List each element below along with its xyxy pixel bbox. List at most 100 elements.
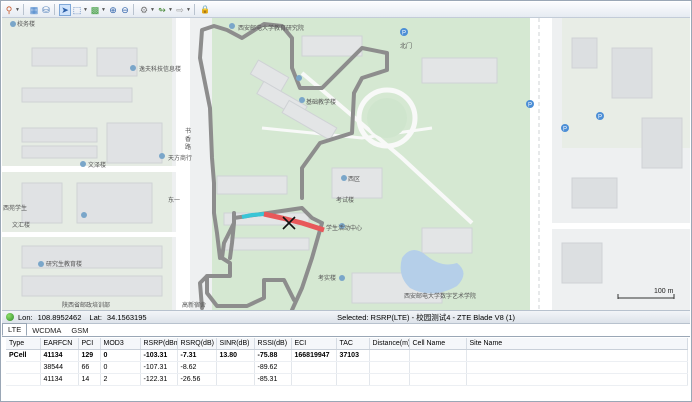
map-label: 北门 — [400, 42, 412, 50]
table-cell: -8.62 — [177, 361, 217, 374]
chevron-down-icon[interactable]: ▼ — [101, 7, 106, 13]
table-cell: 38544 — [40, 361, 79, 374]
lon-label: Lon: — [18, 312, 33, 322]
table-cell: -85.31 — [254, 373, 292, 386]
table-cell — [6, 361, 41, 374]
column-header[interactable]: Distance(m) — [369, 338, 410, 350]
lat-label: Lat: — [89, 312, 102, 322]
table-cell — [369, 349, 410, 362]
map-label: 西安邮电大学数字艺术学院 — [404, 292, 476, 300]
table-cell: -26.56 — [177, 373, 217, 386]
database-icon: ⛁ — [42, 4, 50, 15]
chevron-down-icon[interactable]: ▼ — [168, 7, 173, 13]
table-row[interactable]: 38544 66 0 -107.31 -8.62 -89.62 — [6, 361, 688, 374]
table-cell: -103.31 — [140, 349, 178, 362]
route-tool[interactable]: ↬ ▼ — [157, 4, 173, 15]
globe-icon — [6, 313, 14, 321]
table-cell — [216, 361, 255, 374]
column-header[interactable]: RSSI(dB) — [254, 338, 292, 350]
forward-tool[interactable]: ⇨ ▼ — [175, 4, 191, 15]
column-header[interactable]: PCI — [78, 338, 101, 350]
pointer-icon: ➤ — [59, 3, 71, 16]
lock-icon: 🔒 — [200, 4, 210, 14]
pin-tool[interactable]: ⚲ ▼ — [4, 4, 20, 15]
chevron-down-icon[interactable]: ▼ — [83, 7, 88, 13]
table-cell — [409, 373, 467, 386]
table-cell: -7.31 — [177, 349, 217, 362]
column-header[interactable]: Cell Name — [409, 338, 467, 350]
table-cell: 166819947 — [291, 349, 337, 362]
table-cell: 0 — [100, 361, 141, 374]
forward-icon: ⇨ — [176, 4, 184, 15]
lat-value: 34.1563195 — [106, 312, 147, 322]
select-icon: ⬚ — [72, 4, 82, 15]
map-label: 高新宿舍 — [182, 301, 206, 309]
tab-gsm[interactable]: GSM — [66, 325, 93, 336]
column-header[interactable]: Site Name — [466, 338, 688, 350]
column-header[interactable]: MOD3 — [100, 338, 141, 350]
map-label: 西区 — [348, 176, 360, 183]
tab-lte[interactable]: LTE — [2, 323, 28, 336]
zoom-in-tool[interactable]: ⊕ — [108, 4, 118, 15]
settings-icon: ⚙ — [139, 4, 149, 15]
east-road — [530, 18, 552, 310]
table-cell: -107.31 — [140, 361, 178, 374]
tab-wcdma[interactable]: WCDMA — [27, 325, 66, 336]
table-cell — [409, 361, 467, 374]
map-label: 天方商行 — [168, 154, 192, 162]
chevron-down-icon[interactable]: ▼ — [15, 7, 20, 13]
table-cell: 2 — [100, 373, 141, 386]
table-row[interactable]: PCell 41134 129 0 -103.31 -7.31 13.80 -7… — [6, 349, 688, 362]
chevron-down-icon[interactable]: ▼ — [150, 7, 155, 13]
svg-text:P: P — [528, 103, 532, 109]
chevron-down-icon[interactable]: ▼ — [186, 7, 191, 13]
road-label: 路 — [185, 143, 191, 151]
database-tool[interactable]: ⛁ — [41, 4, 51, 15]
table-cell: 14 — [78, 373, 101, 386]
settings-tool[interactable]: ⚙ ▼ — [139, 4, 155, 15]
pin-icon: ⚲ — [5, 4, 13, 15]
column-header[interactable]: EARFCN — [40, 338, 79, 350]
pointer-tool[interactable]: ➤ — [59, 3, 71, 16]
column-header[interactable]: TAC — [336, 338, 370, 350]
map-label: 研究生教育楼 — [46, 260, 82, 268]
column-header[interactable]: Type — [6, 338, 41, 350]
table-cell — [466, 349, 688, 362]
zoom-out-tool[interactable]: ⊖ — [120, 4, 130, 15]
table-cell: 13.80 — [216, 349, 255, 362]
table-cell: -89.62 — [254, 361, 292, 374]
map-view[interactable]: P P P P 校务楼 逸夫科技信息楼 西安邮电大学教育研究院 基础教学楼 书 … — [2, 18, 690, 310]
table-cell — [291, 361, 337, 374]
layers-tool[interactable]: ▦ — [29, 4, 39, 15]
table-row[interactable]: 41134 14 2 -122.31 -26.56 -85.31 — [6, 373, 688, 386]
column-header[interactable]: RSRP(dBm) — [140, 338, 178, 350]
zoom-out-icon: ⊖ — [121, 4, 129, 15]
select-tool[interactable]: ⬚ ▼ — [72, 4, 88, 15]
svg-text:P: P — [402, 31, 406, 37]
map-label: 学生活动中心 — [326, 224, 362, 232]
road-label: 书 — [185, 127, 191, 135]
map-label: 逸夫科技信息楼 — [139, 65, 181, 73]
column-header[interactable]: ECI — [291, 338, 337, 350]
table-cell: 41134 — [40, 373, 79, 386]
lock-tool[interactable]: 🔒 — [200, 4, 210, 15]
column-header[interactable]: RSRQ(dB) — [177, 338, 217, 350]
table-cell — [336, 361, 370, 374]
table-cell: 41134 — [40, 349, 79, 362]
cell-info-table: Type EARFCN PCI MOD3 RSRP(dBm) RSRQ(dB) … — [6, 338, 688, 386]
map-label: 西安邮电大学教育研究院 — [238, 24, 304, 32]
table-cell: 0 — [100, 349, 141, 362]
svg-text:P: P — [563, 127, 567, 133]
map-label: 考试楼 — [336, 196, 354, 204]
map-label: 校务楼 — [17, 20, 35, 28]
map-canvas[interactable]: P P P P 校务楼 逸夫科技信息楼 西安邮电大学教育研究院 基础教学楼 书 … — [2, 18, 690, 310]
table-cell — [466, 361, 688, 374]
toolbar-separator — [194, 4, 195, 15]
table-cell — [216, 373, 255, 386]
map-label: 陕西省邮政培训部 — [62, 301, 110, 309]
grid-tool[interactable]: ▩ ▼ — [90, 4, 106, 15]
table-cell — [409, 349, 467, 362]
app-window: ⚲ ▼ ▦ ⛁ ➤ ⬚ ▼ ▩ ▼ ⊕ ⊖ ⚙ ▼ ↬ ▼ ⇨ ▼ 🔒 P P … — [0, 0, 692, 402]
table-cell — [369, 361, 410, 374]
column-header[interactable]: SINR(dB) — [216, 338, 255, 350]
